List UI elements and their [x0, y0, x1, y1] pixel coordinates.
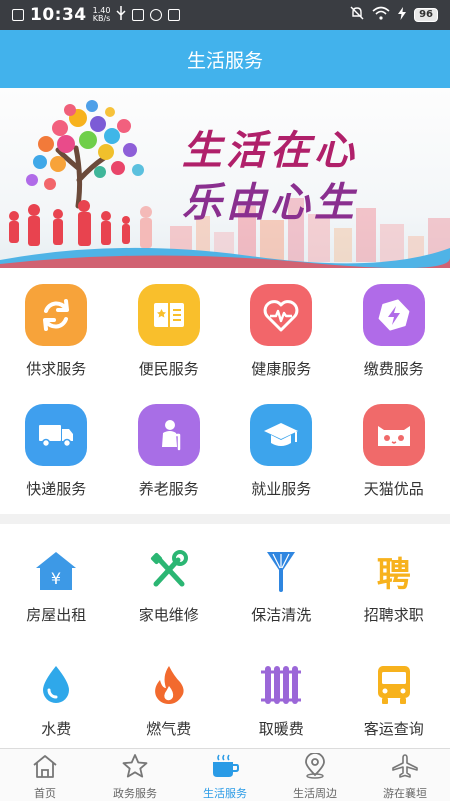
service-cleaning[interactable]: 保洁清洗 — [225, 524, 338, 636]
service-label: 燃气费 — [146, 718, 191, 739]
airplane-icon — [391, 753, 419, 783]
service-recruitment[interactable]: 聘 招聘求职 — [338, 524, 450, 636]
swap-arrows-icon — [25, 284, 87, 346]
tab-life-services[interactable]: 生活服务 — [180, 749, 270, 801]
service-convenience[interactable]: 便民服务 — [113, 270, 226, 388]
primary-services-grid: 供求服务 便民服务 健康服务 缴费服务 快递服务 养老服务 — [0, 270, 450, 510]
radiator-icon — [256, 660, 306, 710]
service-label: 便民服务 — [139, 358, 199, 379]
service-heating-fee[interactable]: 取暖费 — [225, 636, 338, 748]
app-notification-icon — [132, 9, 144, 21]
water-drop-icon — [31, 660, 81, 710]
service-payment[interactable]: 缴费服务 — [338, 270, 450, 388]
flower-icon — [150, 9, 162, 21]
wifi-icon — [372, 6, 390, 24]
service-label: 客运查询 — [364, 718, 424, 739]
close-box-icon — [12, 9, 24, 21]
battery-level: 96 — [414, 8, 438, 22]
tmall-cat-icon — [363, 404, 425, 466]
banner-slogan-line1: 生活在心 — [182, 118, 358, 176]
service-employment[interactable]: 就业服务 — [225, 390, 338, 508]
tab-label: 政务服务 — [113, 785, 157, 801]
wrench-screwdriver-icon — [144, 546, 194, 596]
yuan-symbol: ¥ — [51, 569, 61, 588]
page-title: 生活服务 — [187, 46, 263, 73]
recruit-char-icon: 聘 — [369, 546, 419, 596]
service-express[interactable]: 快递服务 — [0, 390, 113, 508]
tab-travel-xiangyuan[interactable]: 游在襄垣 — [360, 749, 450, 801]
bottom-tab-bar: 首页 政务服务 生活服务 生活周边 游在襄垣 — [0, 748, 450, 801]
graduation-cap-icon — [250, 404, 312, 466]
service-coach-query[interactable]: 客运查询 — [338, 636, 450, 748]
location-pin-icon — [301, 753, 329, 783]
image-icon — [168, 9, 180, 21]
service-label: 房屋出租 — [26, 604, 86, 625]
people-silhouettes — [9, 200, 130, 246]
service-supply-demand[interactable]: 供求服务 — [0, 270, 113, 388]
home-icon — [31, 753, 59, 783]
usb-icon — [116, 6, 126, 24]
mute-bell-icon — [350, 6, 364, 24]
open-book-icon — [138, 284, 200, 346]
tab-life-nearby[interactable]: 生活周边 — [270, 749, 360, 801]
tab-home[interactable]: 首页 — [0, 749, 90, 801]
section-divider — [0, 514, 450, 524]
tab-label: 首页 — [34, 785, 56, 801]
page-header: 生活服务 — [0, 30, 450, 88]
charging-icon — [398, 7, 406, 24]
service-label: 缴费服务 — [364, 358, 424, 379]
service-elderly-care[interactable]: 养老服务 — [113, 390, 226, 508]
house-yuan-icon: ¥ — [31, 546, 81, 596]
network-speed: 1.40 KB/s — [93, 7, 111, 23]
promo-banner[interactable]: 生活在心 乐由心生 — [0, 88, 450, 268]
service-water-fee[interactable]: 水费 — [0, 636, 113, 748]
tab-label: 生活周边 — [293, 785, 337, 801]
broom-icon — [256, 546, 306, 596]
recruit-char: 聘 — [377, 547, 411, 596]
delivery-truck-icon — [25, 404, 87, 466]
service-label: 取暖费 — [259, 718, 304, 739]
service-label: 快递服务 — [26, 478, 86, 499]
service-label: 天猫优品 — [364, 478, 424, 499]
lightning-bolt-icon — [363, 284, 425, 346]
status-bar: 10:34 1.40 KB/s 96 — [0, 0, 450, 30]
star-icon — [121, 753, 149, 783]
banner-slogan-line2: 乐由心生 — [182, 170, 358, 228]
tab-label: 游在襄垣 — [383, 785, 427, 801]
service-label: 水费 — [41, 718, 71, 739]
flame-icon — [144, 660, 194, 710]
service-label: 家电维修 — [139, 604, 199, 625]
service-label: 就业服务 — [251, 478, 311, 499]
tab-label: 生活服务 — [203, 785, 247, 801]
network-speed-unit: KB/s — [93, 14, 111, 23]
service-gas-fee[interactable]: 燃气费 — [113, 636, 226, 748]
service-label: 养老服务 — [139, 478, 199, 499]
service-health[interactable]: 健康服务 — [225, 270, 338, 388]
service-appliance-repair[interactable]: 家电维修 — [113, 524, 226, 636]
bus-icon — [369, 660, 419, 710]
service-label: 供求服务 — [26, 358, 86, 379]
elderly-person-icon — [138, 404, 200, 466]
coffee-cup-icon — [210, 753, 240, 783]
secondary-services-grid: ¥ 房屋出租 家电维修 保洁清洗 聘 招聘求职 水费 燃气费 — [0, 524, 450, 748]
service-label: 招聘求职 — [364, 604, 424, 625]
service-tmall[interactable]: 天猫优品 — [338, 390, 450, 508]
service-house-rental[interactable]: ¥ 房屋出租 — [0, 524, 113, 636]
service-label: 健康服务 — [251, 358, 311, 379]
service-label: 保洁清洗 — [251, 604, 311, 625]
tab-government-services[interactable]: 政务服务 — [90, 749, 180, 801]
status-time: 10:34 — [30, 5, 87, 25]
heartbeat-icon — [250, 284, 312, 346]
